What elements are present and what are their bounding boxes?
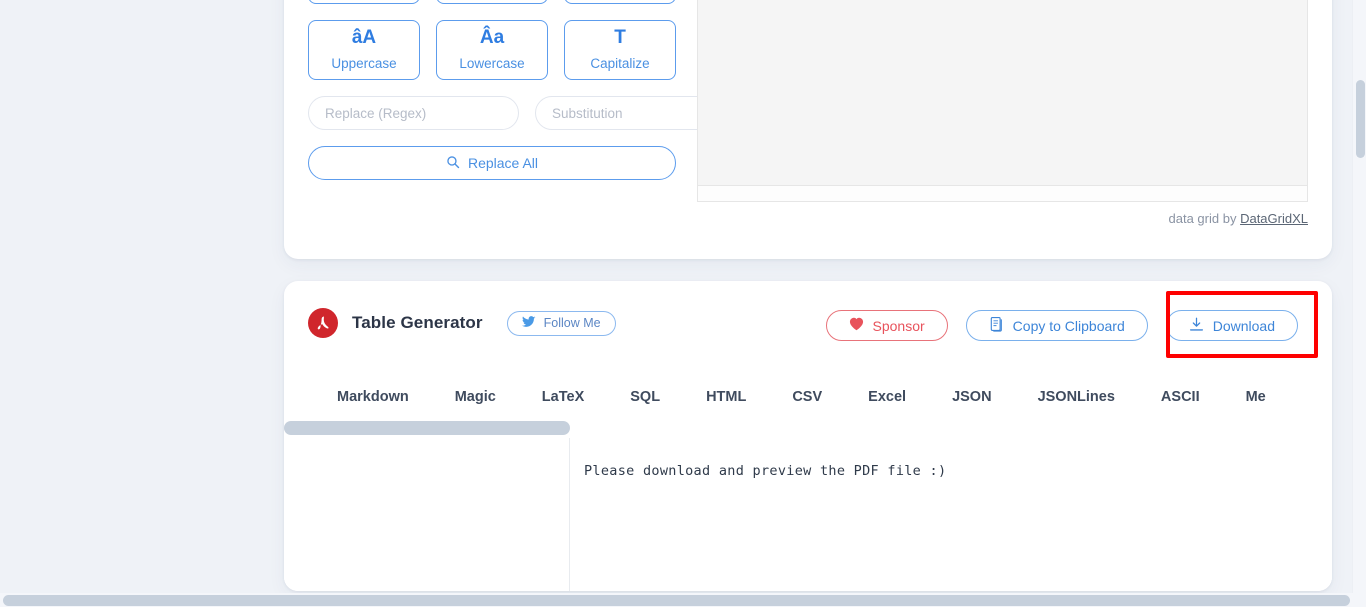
data-grid-footer-strip — [698, 185, 1307, 201]
data-grid-credit: data grid by DataGridXL — [1169, 211, 1308, 226]
sponsor-label: Sponsor — [873, 318, 925, 334]
download-icon — [1189, 317, 1204, 335]
tab-ascii[interactable]: ASCII — [1138, 390, 1223, 405]
credit-prefix: data grid by — [1169, 211, 1237, 226]
replace-all-label: Replace All — [468, 155, 538, 171]
replace-regex-input[interactable] — [308, 96, 519, 130]
tab-mediawiki[interactable]: Me — [1223, 390, 1289, 405]
lowercase-button[interactable]: Âa Lowercase — [436, 20, 548, 80]
uppercase-button[interactable]: âA Uppercase — [308, 20, 420, 80]
lowercase-icon: Âa — [480, 27, 504, 49]
tab-excel[interactable]: Excel — [845, 390, 929, 405]
sponsor-button[interactable]: Sponsor — [826, 310, 948, 341]
tab-sql[interactable]: SQL — [607, 390, 683, 405]
table-generator-content: Please download and preview the PDF file… — [284, 438, 1332, 591]
tab-json[interactable]: JSON — [929, 390, 1015, 405]
uppercase-icon: âA — [352, 27, 376, 49]
twitter-icon — [522, 316, 536, 331]
datagridxl-link[interactable]: DataGridXL — [1240, 211, 1308, 226]
clear-button[interactable]: ▤ Clear — [308, 0, 420, 4]
table-generator-actions: Sponsor Copy to Clipboard — [826, 310, 1298, 341]
tools-and-grid-card: ▤ Clear ▬ Delete Blank ≡ Deduplicate âA … — [284, 0, 1332, 259]
uppercase-button-label: Uppercase — [331, 57, 396, 71]
follow-me-label: Follow Me — [544, 316, 601, 330]
tab-latex[interactable]: LaTeX — [519, 390, 607, 405]
page-title: Table Generator — [352, 313, 483, 333]
table-generator-header: Table Generator Follow Me — [284, 281, 1332, 371]
text-tools-panel: ▤ Clear ▬ Delete Blank ≡ Deduplicate âA … — [308, 0, 676, 180]
tab-csv[interactable]: CSV — [769, 390, 845, 405]
data-grid[interactable]: 6 Sham 69 1976 13 If the kids are un 7 S… — [697, 0, 1308, 202]
table-generator-card: Table Generator Follow Me — [284, 281, 1332, 591]
tab-jsonlines[interactable]: JSONLines — [1015, 390, 1138, 405]
tool-row-cleanup: ▤ Clear ▬ Delete Blank ≡ Deduplicate — [308, 0, 676, 4]
preview-left-pane — [284, 438, 570, 591]
capitalize-button[interactable]: T Capitalize — [564, 20, 676, 80]
page-horizontal-scrollbar[interactable] — [0, 593, 1366, 607]
replace-all-button[interactable]: Replace All — [308, 146, 676, 180]
pdf-logo-icon — [308, 308, 338, 338]
heart-icon — [849, 317, 864, 334]
download-label: Download — [1213, 318, 1275, 334]
delete-blank-button[interactable]: ▬ Delete Blank — [436, 0, 548, 4]
copy-to-clipboard-label: Copy to Clipboard — [1013, 318, 1125, 334]
tab-markdown[interactable]: Markdown — [314, 390, 432, 405]
follow-me-button[interactable]: Follow Me — [507, 311, 616, 336]
replace-inputs-row — [308, 96, 676, 130]
lowercase-button-label: Lowercase — [459, 57, 524, 71]
tabs-scrollbar-thumb[interactable] — [284, 421, 570, 435]
preview-message: Please download and preview the PDF file… — [584, 463, 946, 479]
clipboard-icon — [989, 316, 1004, 335]
copy-to-clipboard-button[interactable]: Copy to Clipboard — [966, 310, 1148, 341]
page-vertical-scrollbar[interactable] — [1352, 0, 1366, 607]
capitalize-icon: T — [614, 27, 626, 49]
preview-right-pane: Please download and preview the PDF file… — [570, 438, 1332, 591]
tabs-horizontal-scrollbar[interactable] — [284, 421, 1332, 435]
tool-row-case: âA Uppercase Âa Lowercase T Capitalize — [308, 20, 676, 80]
page-horizontal-scrollbar-thumb[interactable] — [3, 595, 1350, 606]
download-button[interactable]: Download — [1166, 310, 1298, 341]
deduplicate-button[interactable]: ≡ Deduplicate — [564, 0, 676, 4]
format-tabs: Markdown Magic LaTeX SQL HTML CSV Excel … — [284, 375, 1332, 419]
page-root: ▤ Clear ▬ Delete Blank ≡ Deduplicate âA … — [0, 0, 1366, 607]
tab-html[interactable]: HTML — [683, 390, 769, 405]
table-generator-brand: Table Generator Follow Me — [308, 308, 616, 338]
search-icon — [446, 155, 460, 172]
capitalize-button-label: Capitalize — [590, 57, 649, 71]
tab-magic[interactable]: Magic — [432, 390, 519, 405]
page-vertical-scrollbar-thumb[interactable] — [1356, 80, 1365, 158]
